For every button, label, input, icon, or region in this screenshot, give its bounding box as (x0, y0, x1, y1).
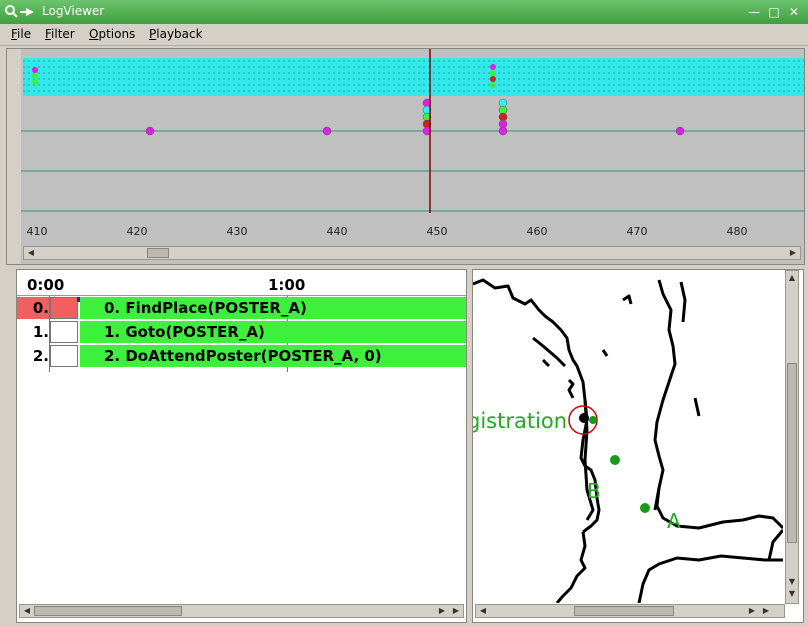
menu-playback[interactable]: Playback (149, 27, 203, 41)
scroll-thumb[interactable] (147, 248, 169, 258)
timeline-tick-label: 470 (627, 225, 648, 238)
scroll-right-icon[interactable]: ▶ (450, 606, 462, 616)
maximize-icon[interactable]: □ (766, 4, 782, 20)
scroll-right-icon[interactable]: ▶ (746, 606, 758, 616)
point-a-label: A (667, 509, 681, 533)
minimize-icon[interactable]: — (746, 4, 762, 20)
timeline-tick-label: 460 (527, 225, 548, 238)
map-hscrollbar[interactable]: ◀ ▶ ▶ (475, 604, 785, 618)
window-title: LogViewer (42, 4, 105, 18)
event-dot (675, 126, 685, 136)
map-vscrollbar[interactable]: ▲ ▼ ▼ (785, 270, 799, 604)
event-dot (490, 76, 496, 82)
scroll-down-icon[interactable]: ▼ (786, 577, 798, 587)
scroll-thumb[interactable] (574, 606, 674, 616)
scroll-right-icon[interactable]: ▶ (787, 248, 799, 258)
point-b-label: B (587, 479, 601, 503)
task-box[interactable] (50, 297, 78, 319)
task-panel: 0:00 1:00 0. 0. FindPlace(POSTER_A) 1. 1… (16, 269, 467, 623)
scroll-right-icon[interactable]: ▶ (760, 606, 772, 616)
event-dot (490, 70, 496, 76)
task-box[interactable] (50, 321, 78, 343)
event-dot (490, 64, 496, 70)
event-dot (490, 82, 496, 88)
menu-filter[interactable]: Filter (45, 27, 75, 41)
task-scrollbar[interactable]: ◀ ▶ ▶ (19, 604, 464, 618)
event-dot (498, 126, 508, 136)
event-dot (322, 126, 332, 136)
event-dot (145, 126, 155, 136)
timeline-panel[interactable]: 410 420 430 440 450 460 470 480 ◀ ▶ (6, 48, 805, 265)
task-bar[interactable]: 2. DoAttendPoster(POSTER_A, 0) (80, 345, 466, 367)
scroll-down-icon[interactable]: ▼ (786, 589, 798, 599)
time-start: 0:00 (27, 276, 65, 294)
task-bar[interactable]: 0. FindPlace(POSTER_A) (80, 297, 466, 319)
scroll-up-icon[interactable]: ▲ (786, 273, 798, 283)
timeline-tick-label: 450 (427, 225, 448, 238)
map-point-b[interactable] (610, 455, 620, 465)
event-dot (32, 73, 38, 79)
timeline-tick-label: 410 (27, 225, 48, 238)
map-canvas[interactable]: gistration B A (473, 270, 785, 604)
menu-file[interactable]: File (11, 27, 31, 41)
scroll-thumb[interactable] (787, 363, 797, 543)
scroll-thumb[interactable] (34, 606, 182, 616)
task-number: 2. (32, 347, 49, 365)
event-dot (32, 67, 38, 73)
timeline-tick-label: 480 (727, 225, 748, 238)
map-point-a[interactable] (640, 503, 650, 513)
map-walls (473, 278, 785, 604)
menu-bar: File Filter Options Playback (0, 24, 808, 46)
robot-icon (579, 413, 589, 423)
scroll-left-icon[interactable]: ◀ (25, 248, 37, 258)
close-icon[interactable]: ✕ (786, 4, 802, 20)
app-icon[interactable] (4, 4, 38, 20)
timeline-tick-label: 440 (327, 225, 348, 238)
scroll-right-icon[interactable]: ▶ (436, 606, 448, 616)
progress-marker (77, 297, 80, 302)
event-band (23, 58, 804, 96)
registration-label: gistration (473, 409, 567, 433)
timeline-tick-label: 420 (127, 225, 148, 238)
task-bar[interactable]: 1. Goto(POSTER_A) (80, 321, 466, 343)
menu-options[interactable]: Options (89, 27, 135, 41)
timeline-scrollbar[interactable]: ◀ ▶ (23, 246, 801, 260)
task-box[interactable] (50, 345, 78, 367)
event-dot (32, 79, 38, 85)
map-point[interactable] (589, 416, 597, 424)
title-bar: LogViewer — □ ✕ (0, 0, 808, 24)
time-mid: 1:00 (268, 276, 306, 294)
timeline-plot[interactable]: 410 420 430 440 450 460 470 480 (7, 49, 804, 264)
map-panel[interactable]: gistration B A ▲ ▼ ▼ ◀ ▶ ▶ (472, 269, 804, 623)
task-number: 0. (17, 297, 49, 319)
scroll-left-icon[interactable]: ◀ (477, 606, 489, 616)
scroll-left-icon[interactable]: ◀ (21, 606, 33, 616)
timeline-tick-label: 430 (227, 225, 248, 238)
task-number: 1. (32, 323, 49, 341)
